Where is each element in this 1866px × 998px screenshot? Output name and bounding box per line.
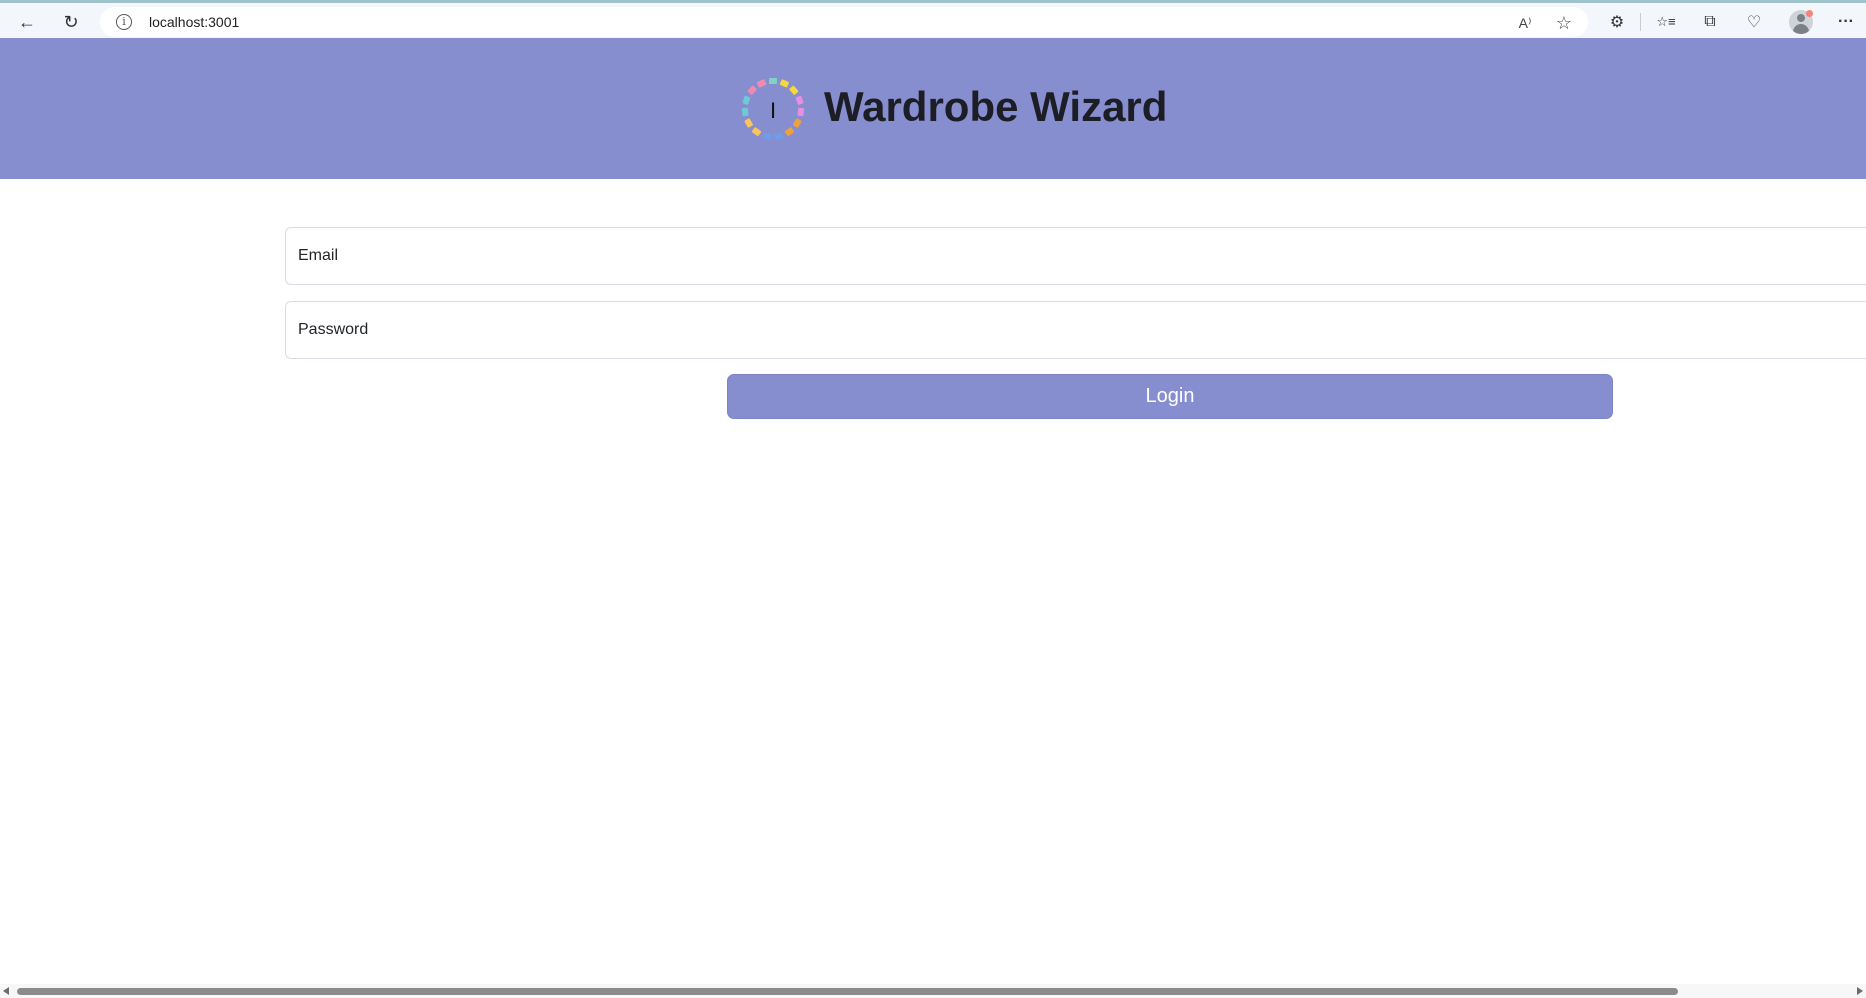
wardrobe-logo-icon: I xyxy=(741,78,805,140)
browser-toolbar: ← ↻ i localhost:3001 A⁾ ☆ ⚙ ☆≡ ⧉ ♡ ··· xyxy=(0,0,1866,38)
star-icon[interactable]: ☆ xyxy=(1552,11,1576,35)
refresh-icon[interactable]: ↻ xyxy=(56,7,86,37)
address-bar[interactable]: i localhost:3001 A⁾ ☆ xyxy=(100,7,1588,37)
puzzle-icon[interactable]: ⚙ xyxy=(1603,8,1631,36)
text-cursor-icon: I xyxy=(770,98,776,123)
more-icon[interactable]: ··· xyxy=(1832,8,1860,36)
toolbar-divider xyxy=(1640,13,1641,31)
read-aloud-icon[interactable]: A⁾ xyxy=(1513,11,1537,35)
password-field[interactable] xyxy=(285,301,1866,359)
collections-icon[interactable]: ⧉ xyxy=(1696,8,1724,36)
scrollbar-thumb[interactable] xyxy=(17,988,1678,995)
profile-body xyxy=(1793,24,1809,34)
url-text[interactable]: localhost:3001 xyxy=(149,14,239,30)
page-title: Wardrobe Wizard xyxy=(824,83,1168,130)
back-arrow-icon[interactable]: ← xyxy=(12,7,42,37)
profile-head xyxy=(1797,14,1805,22)
favorites-icon[interactable]: ☆≡ xyxy=(1652,8,1680,36)
info-icon[interactable]: i xyxy=(116,14,132,30)
horizontal-scrollbar[interactable] xyxy=(0,984,1866,998)
email-field[interactable] xyxy=(285,227,1866,285)
scroll-right-arrow-icon[interactable] xyxy=(1857,987,1863,995)
profile-notification-dot xyxy=(1806,10,1813,17)
heart-pulse-icon[interactable]: ♡ xyxy=(1740,8,1768,36)
login-button[interactable]: Login xyxy=(727,374,1613,419)
app-header: I Wardrobe Wizard xyxy=(0,38,1866,179)
scroll-left-arrow-icon[interactable] xyxy=(3,987,9,995)
